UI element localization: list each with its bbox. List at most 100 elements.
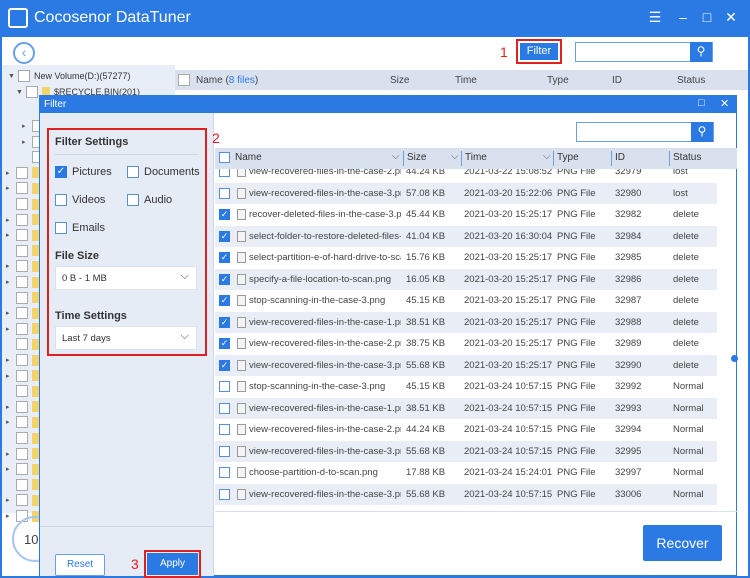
tree-item[interactable] [6,385,40,398]
pictures-checkbox[interactable]: ✓ Pictures [55,166,112,178]
chevron-down-icon[interactable]: ⌵ [543,151,551,162]
tree-item[interactable] [6,432,40,444]
table-row[interactable]: view-recovered-files-in-the-case-3.png 55… [215,483,717,505]
tree-item[interactable]: ▸ [6,494,40,507]
col-type[interactable]: Type [557,152,579,163]
row-checkbox[interactable] [219,445,230,457]
checkbox[interactable] [16,198,28,210]
search-icon[interactable]: ⚲ [691,122,713,142]
expand-icon[interactable]: ▸ [6,231,12,239]
checkbox[interactable] [26,86,38,98]
table-row[interactable]: choose-partition-d-to-scan.png 17.88 KB 20… [215,462,717,484]
tree-item[interactable] [6,338,40,351]
expand-icon[interactable]: ▸ [6,465,12,473]
expand-icon[interactable]: ▸ [6,325,12,333]
chevron-down-icon[interactable]: ⌵ [451,151,459,162]
scrollbar-thumb[interactable] [731,355,738,362]
dialog-search-input[interactable]: ⚲ [576,122,714,142]
checkbox[interactable] [16,369,28,382]
table-row[interactable]: ✓ view-recovered-files-in-the-case-3.png 5… [215,354,717,376]
row-checkbox[interactable] [219,169,230,177]
tree-item[interactable]: ▸ [6,447,40,460]
file-table[interactable]: view-recovered-files-in-the-case-2.png 44… [215,169,717,511]
row-checkbox[interactable]: ✓ [219,230,230,242]
row-checkbox[interactable]: ✓ [219,252,230,263]
col-time[interactable]: Time [455,75,477,86]
main-search-input[interactable]: ⚲ [575,42,713,62]
videos-checkbox[interactable]: Videos [55,194,105,206]
table-row[interactable]: view-recovered-files-in-the-case-2.png 44… [215,419,717,441]
checkbox[interactable] [16,338,28,351]
expand-icon[interactable]: ▸ [6,496,12,504]
maximize-icon[interactable]: □ [698,9,716,25]
row-checkbox[interactable] [219,187,230,199]
col-name[interactable]: Name [235,152,262,163]
table-row[interactable]: ✓ view-recovered-files-in-the-case-2.png 3… [215,333,717,355]
expand-icon[interactable]: ▸ [6,216,12,224]
expand-icon[interactable]: ▸ [6,403,12,411]
emails-checkbox[interactable]: Emails [55,222,105,234]
tree-item[interactable] [6,291,40,304]
expand-icon[interactable]: ▸ [6,184,12,192]
checkbox[interactable] [16,432,28,444]
expand-icon[interactable]: ▸ [6,278,12,286]
checkbox[interactable] [16,447,28,460]
select-all-checkbox[interactable] [219,152,230,163]
checkbox[interactable] [18,70,30,82]
checkbox[interactable] [16,478,28,491]
tree-item[interactable]: ▸ [6,369,40,382]
tree-item[interactable]: ▸ [6,416,40,429]
tree-item[interactable]: ▸ [6,182,40,195]
expand-icon[interactable]: ▸ [6,356,12,364]
row-checkbox[interactable] [219,488,230,500]
tree-item[interactable]: ▸ [6,276,40,288]
col-size[interactable]: Size [407,152,426,163]
table-row[interactable]: ✓ recover-deleted-files-in-the-case-3.png… [215,204,717,226]
time-settings-select[interactable]: Last 7 days ⌵ [55,326,197,350]
select-all-checkbox[interactable] [178,74,190,86]
col-type[interactable]: Type [547,75,569,86]
table-row[interactable]: view-recovered-files-in-the-case-3.png 55… [215,440,717,462]
expand-icon[interactable]: ▸ [6,309,12,317]
col-status[interactable]: Status [673,152,701,163]
tree-item[interactable]: ▸ [6,354,40,366]
tree-item[interactable]: ▸ [6,213,40,226]
expand-icon[interactable]: ▸ [22,122,28,130]
table-row[interactable]: ✓ select-folder-to-restore-deleted-files-… [215,225,717,247]
expand-icon[interactable]: ▸ [22,138,28,146]
checkbox[interactable] [16,213,28,226]
maximize-icon[interactable]: □ [698,97,705,109]
apply-button[interactable]: Apply [147,553,198,575]
row-checkbox[interactable]: ✓ [219,273,230,285]
audio-checkbox[interactable]: Audio [127,194,172,206]
col-status[interactable]: Status [677,75,705,86]
checkbox[interactable] [16,276,28,288]
checkbox[interactable] [16,260,28,273]
minimize-icon[interactable]: – [674,9,692,25]
table-row[interactable]: ✓ view-recovered-files-in-the-case-1.png 3… [215,311,717,333]
expand-icon[interactable]: ▸ [6,512,12,520]
checkbox[interactable] [16,182,28,195]
expand-icon[interactable]: ▸ [6,169,12,177]
file-size-select[interactable]: 0 B - 1 MB ⌵ [55,266,197,290]
tree-item[interactable] [6,198,40,210]
filter-button[interactable]: Filter [516,39,562,64]
tree-item[interactable] [6,478,40,491]
tree-item[interactable]: ▸ [6,322,40,335]
table-row[interactable]: view-recovered-files-in-the-case-2.png 44… [215,169,717,183]
checkbox[interactable] [16,400,28,413]
col-id[interactable]: ID [612,75,622,86]
row-checkbox[interactable] [219,402,230,414]
row-checkbox[interactable]: ✓ [219,295,230,306]
col-size[interactable]: Size [390,75,409,86]
expand-icon[interactable]: ▸ [6,372,12,380]
tree-item[interactable]: ▸ [6,463,40,476]
back-button[interactable]: ‹ [13,42,35,64]
documents-checkbox[interactable]: Documents [127,166,200,178]
close-icon[interactable]: ✕ [722,9,740,26]
tree-item[interactable]: ▸ [6,307,40,320]
checkbox[interactable] [16,354,28,366]
tree-item[interactable]: ▸ [6,400,40,413]
checkbox[interactable] [16,494,28,507]
expand-icon[interactable]: ▸ [6,418,12,426]
